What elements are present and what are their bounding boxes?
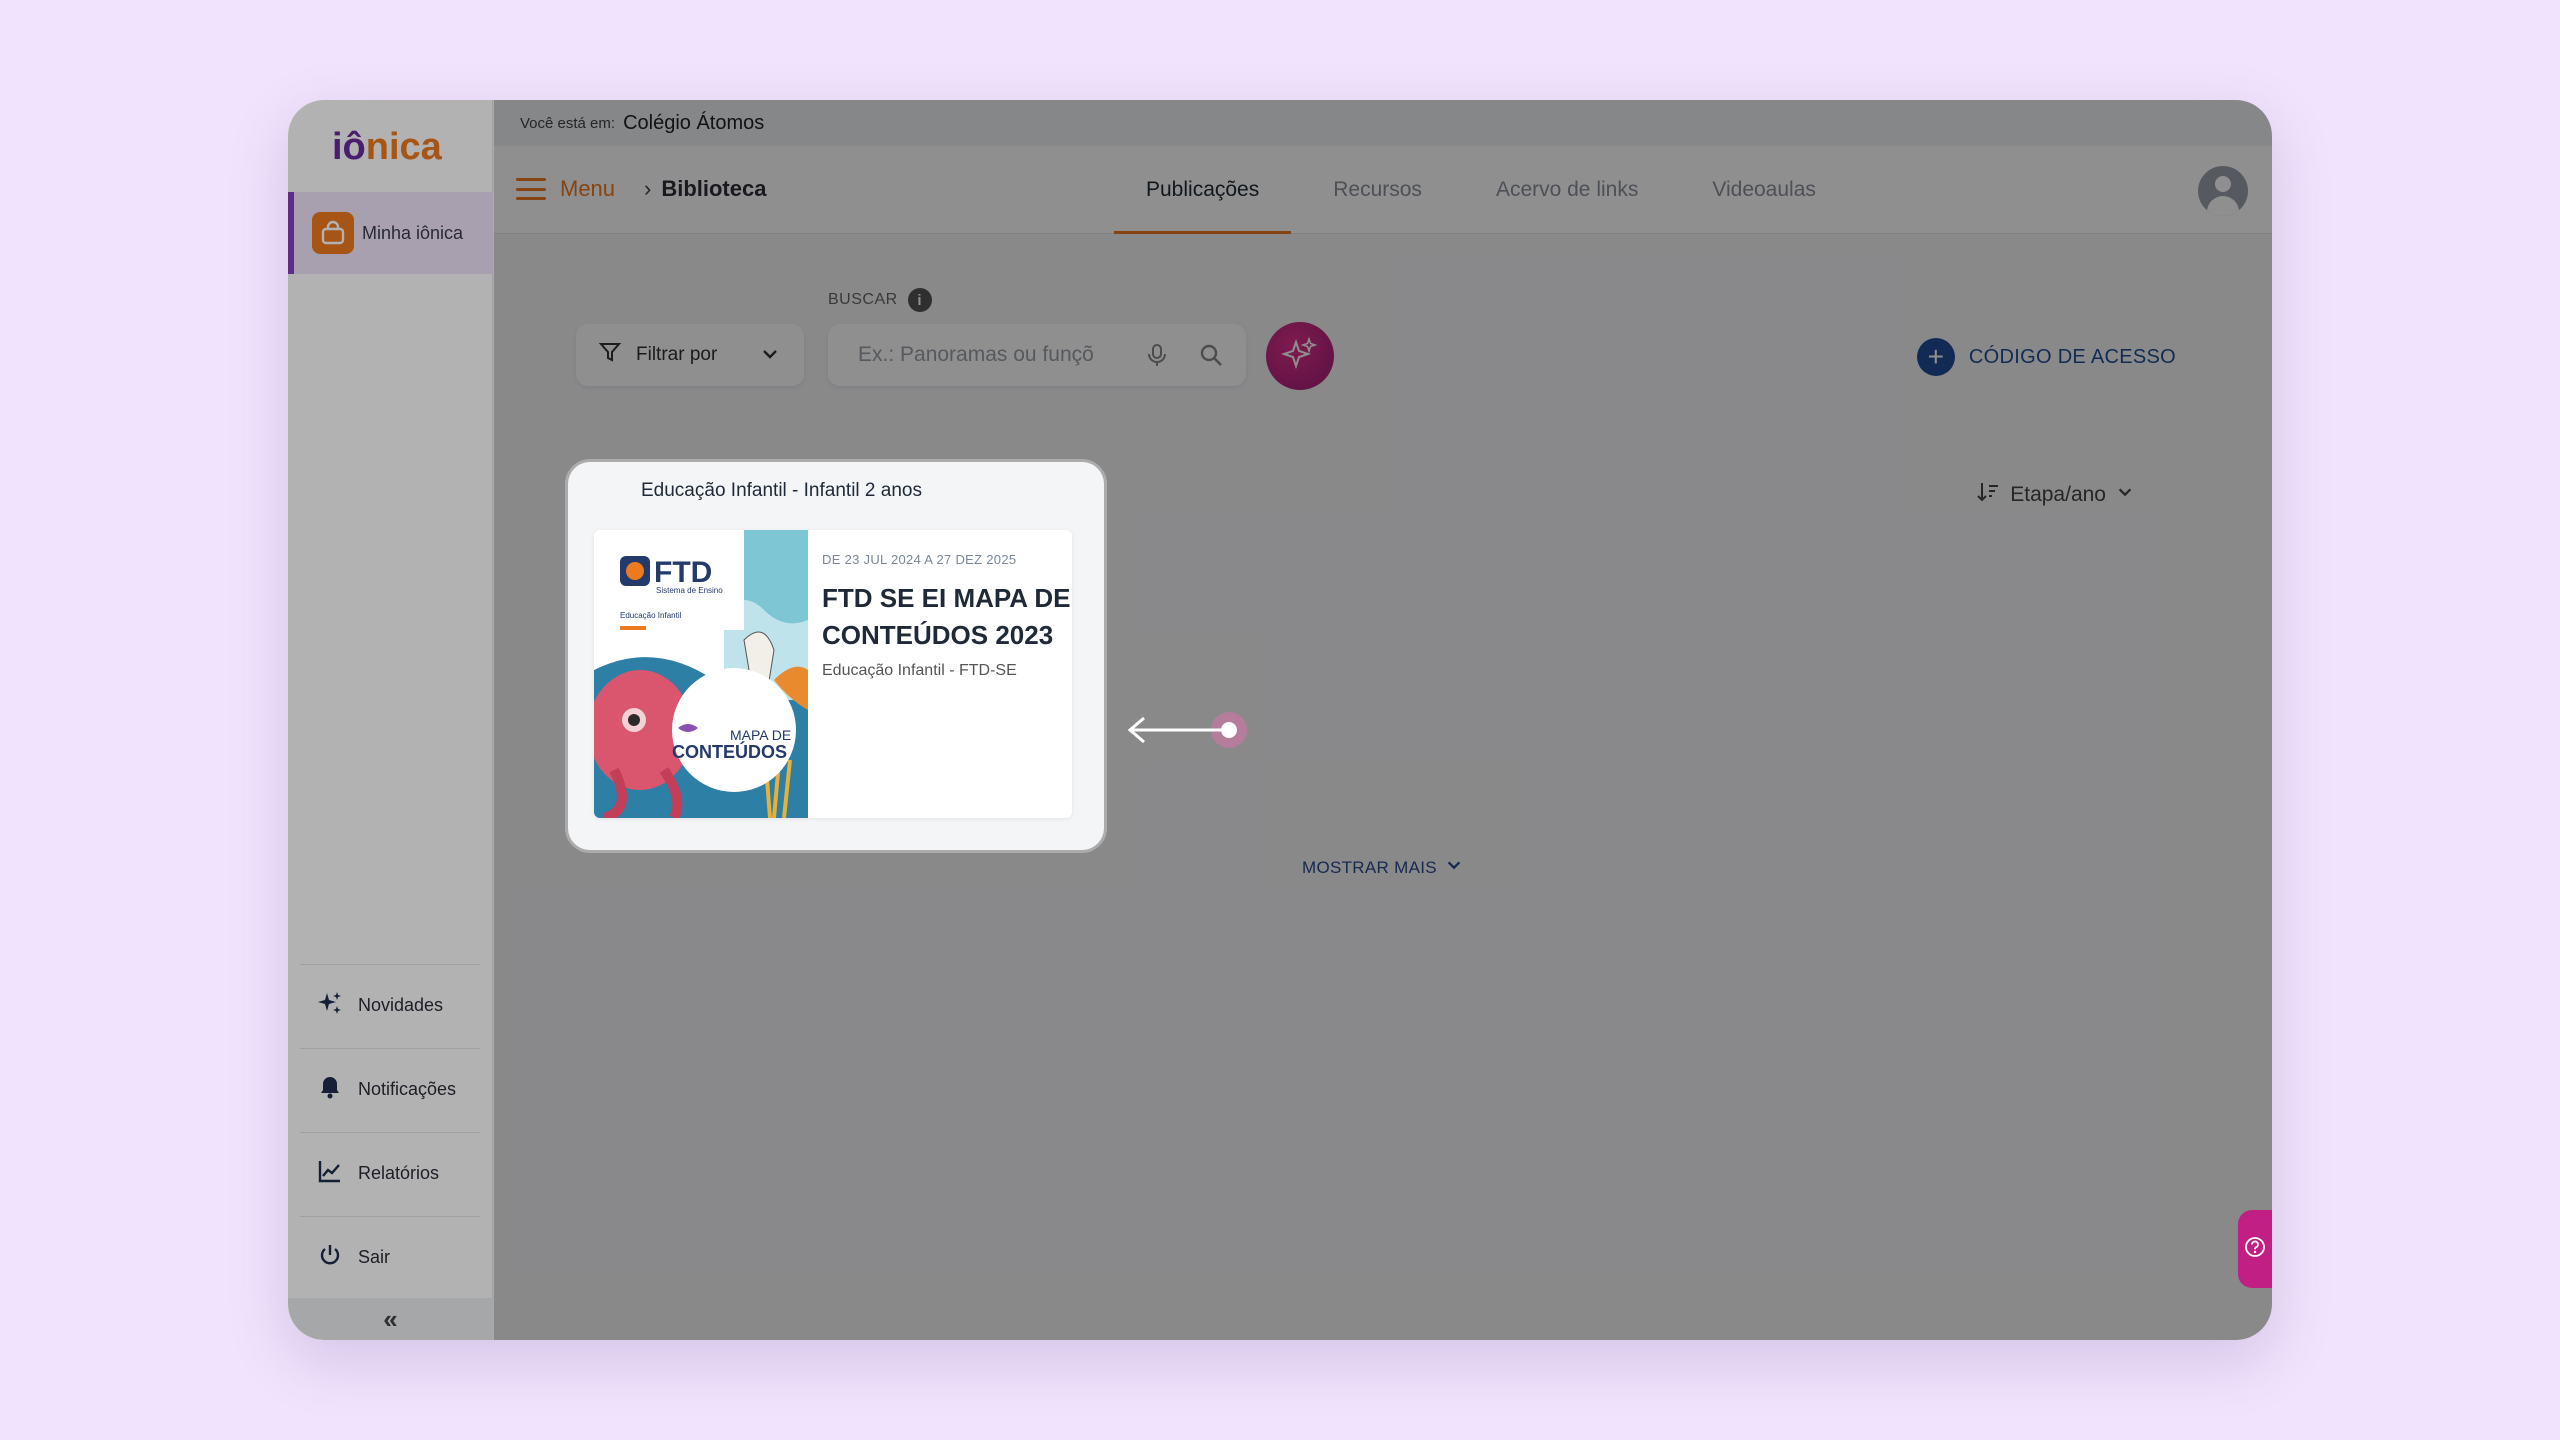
tab-acervo-de-links[interactable]: Acervo de links <box>1464 146 1670 234</box>
tab-videoaulas[interactable]: Videoaulas <box>1680 146 1848 234</box>
publication-subtitle: Educação Infantil - FTD-SE <box>822 662 1017 679</box>
menu-label: Menu <box>560 176 616 201</box>
publication-cover: FTD Sistema de Ensino Educação Infantil … <box>594 530 808 818</box>
funnel-icon <box>598 340 622 370</box>
sidebar: iônica Minha iônica Novidades Notificaçõ… <box>288 100 493 1340</box>
filter-dropdown[interactable]: Filtrar por <box>576 324 804 386</box>
library-tabs: Publicações Recursos Acervo de links Vid… <box>1114 146 1858 234</box>
tour-spotlight: Educação Infantil - Infantil 2 anos FTD … <box>568 462 1104 850</box>
collapse-sidebar-button[interactable]: « <box>288 1298 493 1340</box>
menu-button[interactable]: Menu <box>516 176 615 202</box>
chevron-down-icon <box>1445 856 1463 879</box>
sparkles-icon <box>1280 334 1320 379</box>
tour-pointer-arrow <box>1124 710 1264 765</box>
school-name[interactable]: Colégio Átomos <box>623 112 764 135</box>
top-navigation: Menu › Biblioteca Publicações Recursos A… <box>494 146 2272 234</box>
sidebar-item-label: Relatórios <box>358 1163 440 1183</box>
plus-icon: + <box>1916 338 1955 376</box>
ai-search-button[interactable] <box>1266 322 1334 390</box>
cover-brand-sub: Sistema de Ensino <box>656 586 723 595</box>
microphone-icon[interactable] <box>1144 342 1170 373</box>
chevron-down-icon <box>760 344 780 370</box>
publication-group-title: Educação Infantil - Infantil 2 anos <box>641 480 922 501</box>
info-icon[interactable]: i <box>907 288 932 312</box>
sidebar-item-label: Minha iônica <box>362 222 464 243</box>
bag-icon <box>312 212 354 254</box>
school-context-bar: Você está em: Colégio Átomos <box>494 100 2272 146</box>
access-code-button[interactable]: + CÓDIGO DE ACESSO <box>1916 338 2176 376</box>
cover-stage: Educação Infantil <box>620 611 682 620</box>
sort-dropdown[interactable]: Etapa/ano <box>1976 480 2134 510</box>
sidebar-item-label: Novidades <box>358 995 444 1015</box>
sidebar-item-notificacoes[interactable]: Notificações <box>300 1048 480 1130</box>
bell-icon <box>316 1073 344 1106</box>
chevron-right-icon: › <box>644 176 652 201</box>
sidebar-item-minha-ionica[interactable]: Minha iônica <box>288 192 493 274</box>
tab-publicacoes[interactable]: Publicações <box>1114 146 1292 234</box>
sort-label: Etapa/ano <box>2010 483 2106 506</box>
context-prefix: Você está em: <box>520 114 616 132</box>
breadcrumb: › Biblioteca <box>644 176 766 202</box>
show-more-button[interactable]: MOSTRAR MAIS <box>1302 856 1463 879</box>
double-chevron-left-icon: « <box>383 1303 398 1334</box>
search-input[interactable] <box>858 343 1118 367</box>
cover-heading-1: MAPA DE <box>730 727 791 743</box>
filter-label: Filtrar por <box>636 344 718 365</box>
sort-icon <box>1976 480 2000 510</box>
hamburger-icon <box>516 178 546 200</box>
search-label: BUSCAR i <box>828 288 932 312</box>
sidebar-item-label: Sair <box>358 1247 391 1267</box>
search-box <box>828 324 1246 386</box>
help-button[interactable] <box>2238 1210 2272 1288</box>
chart-icon <box>316 1157 344 1190</box>
search-icon[interactable] <box>1198 342 1224 373</box>
sidebar-item-sair[interactable]: Sair <box>300 1216 480 1298</box>
page-title: Biblioteca <box>661 176 767 201</box>
question-icon <box>2244 1236 2266 1263</box>
publication-title: FTD SE EI MAPA DE CONTEÚDOS 2023 <box>822 583 1071 650</box>
ionica-logo[interactable]: iônica <box>332 126 442 169</box>
power-icon <box>316 1241 344 1274</box>
sidebar-item-label: Notificações <box>358 1079 457 1099</box>
sidebar-item-relatorios[interactable]: Relatórios <box>300 1132 480 1214</box>
sparkles-icon <box>316 989 344 1022</box>
app-window: iônica Minha iônica Novidades Notificaçõ… <box>288 100 2272 1340</box>
tab-recursos[interactable]: Recursos <box>1301 146 1454 234</box>
cover-heading-2: CONTEÚDOS <box>672 741 787 762</box>
publication-card[interactable]: FTD Sistema de Ensino Educação Infantil … <box>594 530 1072 818</box>
publication-date-range: DE 23 JUL 2024 A 27 DEZ 2025 <box>822 552 1017 567</box>
chevron-down-icon <box>2116 483 2134 507</box>
user-avatar[interactable] <box>2198 166 2248 216</box>
cover-brand: FTD <box>654 556 712 589</box>
sidebar-item-novidades[interactable]: Novidades <box>300 964 480 1046</box>
